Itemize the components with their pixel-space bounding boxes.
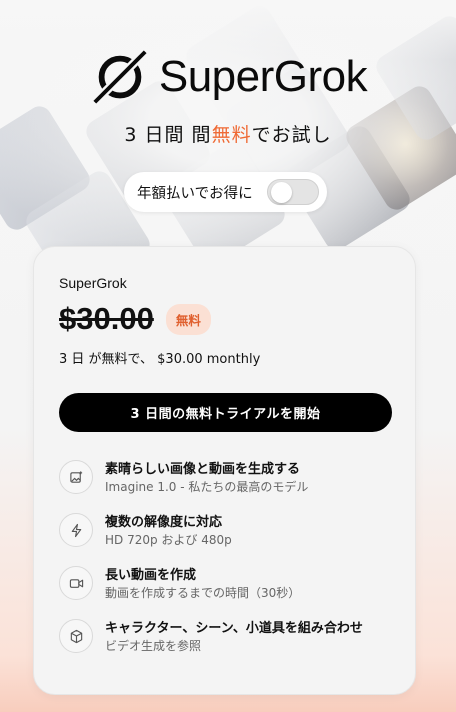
lightning-icon — [59, 513, 93, 547]
feature-title: 複数の解像度に対応 — [105, 515, 223, 530]
feature-subtitle: ビデオ生成を参照 — [105, 639, 202, 653]
brand-name: SuperGrok — [158, 52, 368, 101]
feature-title: 長い動画を作成 — [105, 568, 197, 583]
trial-headline: 3 日間 間無料でお試し — [0, 120, 456, 147]
trial-suffix: でお試し — [251, 124, 332, 146]
start-trial-button[interactable]: 3 日間の無料トライアルを開始 — [59, 393, 392, 432]
trial-accent: 無料 — [211, 124, 252, 146]
plan-name: SuperGrok — [59, 275, 127, 291]
old-price: $30.00 — [59, 301, 154, 336]
free-badge: 無料 — [165, 303, 211, 335]
feature-item: 素晴らしい画像と動画を生成する Imagine 1.0 - 私たちの最高のモデル — [59, 456, 399, 500]
video-camera-icon — [59, 566, 93, 600]
feature-item: 長い動画を作成 動画を作成するまでの時間（30秒） — [59, 562, 399, 606]
feature-subtitle: Imagine 1.0 - 私たちの最高のモデル — [105, 480, 309, 494]
toggle-knob — [271, 182, 292, 203]
image-sparkle-icon — [59, 460, 93, 494]
feature-subtitle: 動画を作成するまでの時間（30秒） — [105, 586, 301, 600]
cube-icon — [59, 619, 93, 653]
price-row: $30.00 無料 — [59, 301, 211, 337]
price-note: 3 日 が無料で、 $30.00 monthly — [59, 352, 261, 367]
feature-subtitle: HD 720p および 480p — [105, 533, 232, 547]
plan-card: SuperGrok $30.00 無料 3 日 が無料で、 $30.00 mon… — [33, 246, 416, 695]
feature-title: キャラクター、シーン、小道具を組み合わせ — [105, 621, 363, 636]
feature-item: 複数の解像度に対応 HD 720p および 480p — [59, 509, 399, 553]
grok-logo-icon — [89, 46, 151, 108]
annual-toggle-switch[interactable] — [267, 179, 319, 205]
brand-header: SuperGrok — [0, 46, 456, 108]
feature-item: キャラクター、シーン、小道具を組み合わせ ビデオ生成を参照 — [59, 615, 399, 659]
trial-prefix: 3 日間 間 — [124, 124, 212, 146]
annual-billing-toggle[interactable]: 年額払いでお得に — [124, 172, 327, 212]
annual-toggle-label: 年額払いでお得に — [137, 185, 253, 202]
feature-title: 素晴らしい画像と動画を生成する — [105, 462, 301, 477]
